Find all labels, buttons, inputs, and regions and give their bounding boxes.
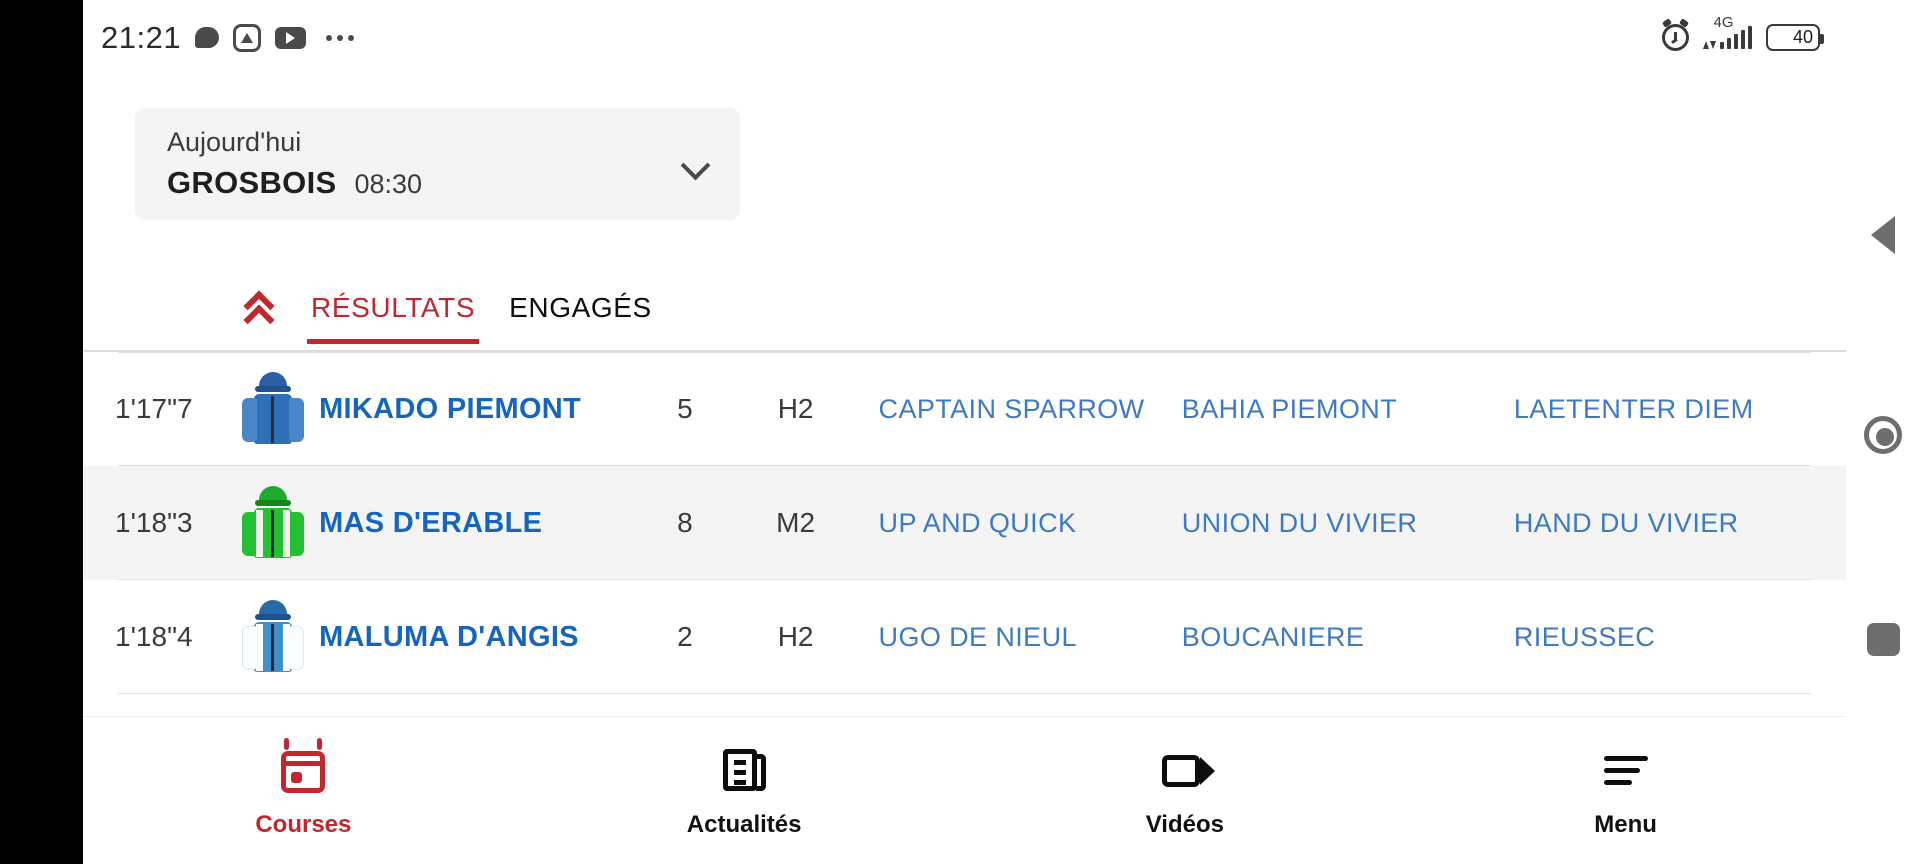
status-bar-left: 21:21 bbox=[101, 19, 355, 56]
table-row[interactable]: 1'18"4 MALUMA D'ANGIS 2 H2 UGO DE NIEUL … bbox=[83, 580, 1846, 694]
race-track-line: GROSBOIS 08:30 bbox=[167, 165, 422, 201]
double-chevron-up-icon[interactable] bbox=[241, 289, 285, 336]
chat-bubble-icon bbox=[195, 27, 220, 48]
race-card-text: Aujourd'hui GROSBOIS 08:30 bbox=[167, 127, 422, 201]
tab-bar: RÉSULTATS ENGAGÉS bbox=[83, 272, 1846, 350]
results-table: 1'17"7 MIKADO PIEMONT 5 H2 CAPTAIN SPARR… bbox=[83, 352, 1846, 694]
row-number: 5 bbox=[677, 393, 693, 424]
bottom-nav-label: Courses bbox=[255, 810, 352, 838]
phone-screenshot: 21:21 4G 40 Aujourd'hui GROSBOIS 08:30 R… bbox=[0, 0, 1920, 864]
bottom-nav-label: Vidéos bbox=[1145, 810, 1224, 838]
triangle-badge-icon bbox=[233, 23, 262, 52]
row-other-1[interactable]: UP AND QUICK bbox=[849, 508, 1182, 539]
bottom-nav-item-actualites[interactable]: Actualités bbox=[524, 743, 965, 839]
row-time: 1'18"3 bbox=[115, 507, 193, 538]
status-bar: 21:21 4G 40 bbox=[83, 0, 1846, 75]
row-other-3[interactable]: HAND DU VIVIER bbox=[1514, 508, 1846, 539]
newspaper-icon bbox=[718, 743, 770, 795]
race-selector-card[interactable]: Aujourd'hui GROSBOIS 08:30 bbox=[135, 108, 740, 220]
race-track-name: GROSBOIS bbox=[167, 165, 337, 200]
jockey-silk-icon bbox=[227, 372, 319, 446]
row-category: M2 bbox=[776, 507, 816, 538]
table-row[interactable]: 1'18"3 MAS D'ERABLE 8 M2 UP AND QUICK UN… bbox=[83, 466, 1846, 580]
more-dots-icon bbox=[326, 34, 355, 41]
race-day-label: Aujourd'hui bbox=[167, 127, 302, 157]
row-other-1[interactable]: CAPTAIN SPARROW bbox=[849, 394, 1182, 425]
row-other-1[interactable]: UGO DE NIEUL bbox=[849, 622, 1182, 653]
tab-resultats[interactable]: RÉSULTATS bbox=[307, 278, 480, 344]
android-nav-bar bbox=[1846, 0, 1920, 864]
recents-square-icon[interactable] bbox=[1846, 602, 1920, 676]
youtube-icon bbox=[275, 26, 307, 49]
bottom-nav-item-menu[interactable]: Menu bbox=[1405, 743, 1846, 839]
row-other-2[interactable]: BOUCANIERE bbox=[1182, 622, 1514, 653]
video-camera-icon bbox=[1159, 743, 1215, 795]
row-time: 1'18"4 bbox=[115, 621, 193, 652]
row-other-2[interactable]: BAHIA PIEMONT bbox=[1182, 394, 1514, 425]
tab-engages[interactable]: ENGAGÉS bbox=[505, 278, 656, 344]
hamburger-icon bbox=[1600, 743, 1652, 795]
row-horse-name[interactable]: MALUMA D'ANGIS bbox=[319, 621, 627, 654]
back-triangle-icon[interactable] bbox=[1846, 198, 1920, 272]
row-number: 2 bbox=[677, 621, 693, 652]
row-time: 1'17"7 bbox=[115, 393, 193, 424]
row-horse-name[interactable]: MAS D'ERABLE bbox=[319, 507, 627, 540]
race-start-time: 08:30 bbox=[354, 169, 423, 199]
bottom-nav-label: Menu bbox=[1594, 810, 1657, 838]
row-category: H2 bbox=[777, 393, 814, 424]
jockey-silk-icon bbox=[227, 600, 319, 674]
row-other-3[interactable]: RIEUSSEC bbox=[1514, 622, 1846, 653]
row-number: 8 bbox=[677, 507, 693, 538]
bottom-nav-label: Actualités bbox=[686, 810, 802, 838]
alarm-icon bbox=[1661, 18, 1689, 51]
table-row[interactable]: 1'17"7 MIKADO PIEMONT 5 H2 CAPTAIN SPARR… bbox=[83, 352, 1846, 466]
battery-icon: 40 bbox=[1766, 24, 1824, 51]
row-horse-name[interactable]: MIKADO PIEMONT bbox=[319, 393, 627, 426]
status-clock: 21:21 bbox=[101, 19, 182, 55]
status-bar-right: 4G 40 bbox=[1661, 14, 1824, 51]
network-type-label: 4G bbox=[1713, 13, 1734, 31]
bottom-nav-bar: Courses Actualités Vidéos Menu bbox=[83, 716, 1846, 864]
screen-bezel-left bbox=[0, 0, 83, 864]
app-viewport: 21:21 4G 40 Aujourd'hui GROSBOIS 08:30 R… bbox=[83, 0, 1846, 864]
jockey-silk-icon bbox=[227, 486, 319, 560]
bottom-nav-item-courses[interactable]: Courses bbox=[83, 737, 524, 839]
battery-level-label: 40 bbox=[1792, 27, 1814, 47]
home-circle-icon[interactable] bbox=[1846, 398, 1920, 472]
calendar-icon bbox=[277, 737, 329, 795]
row-category: H2 bbox=[777, 621, 814, 652]
chevron-down-icon[interactable] bbox=[682, 149, 712, 179]
row-other-3[interactable]: LAETENTER DIEM bbox=[1514, 394, 1846, 425]
bottom-nav-item-videos[interactable]: Vidéos bbox=[965, 743, 1406, 839]
row-other-2[interactable]: UNION DU VIVIER bbox=[1182, 508, 1514, 539]
signal-bars-icon: 4G bbox=[1702, 14, 1752, 49]
